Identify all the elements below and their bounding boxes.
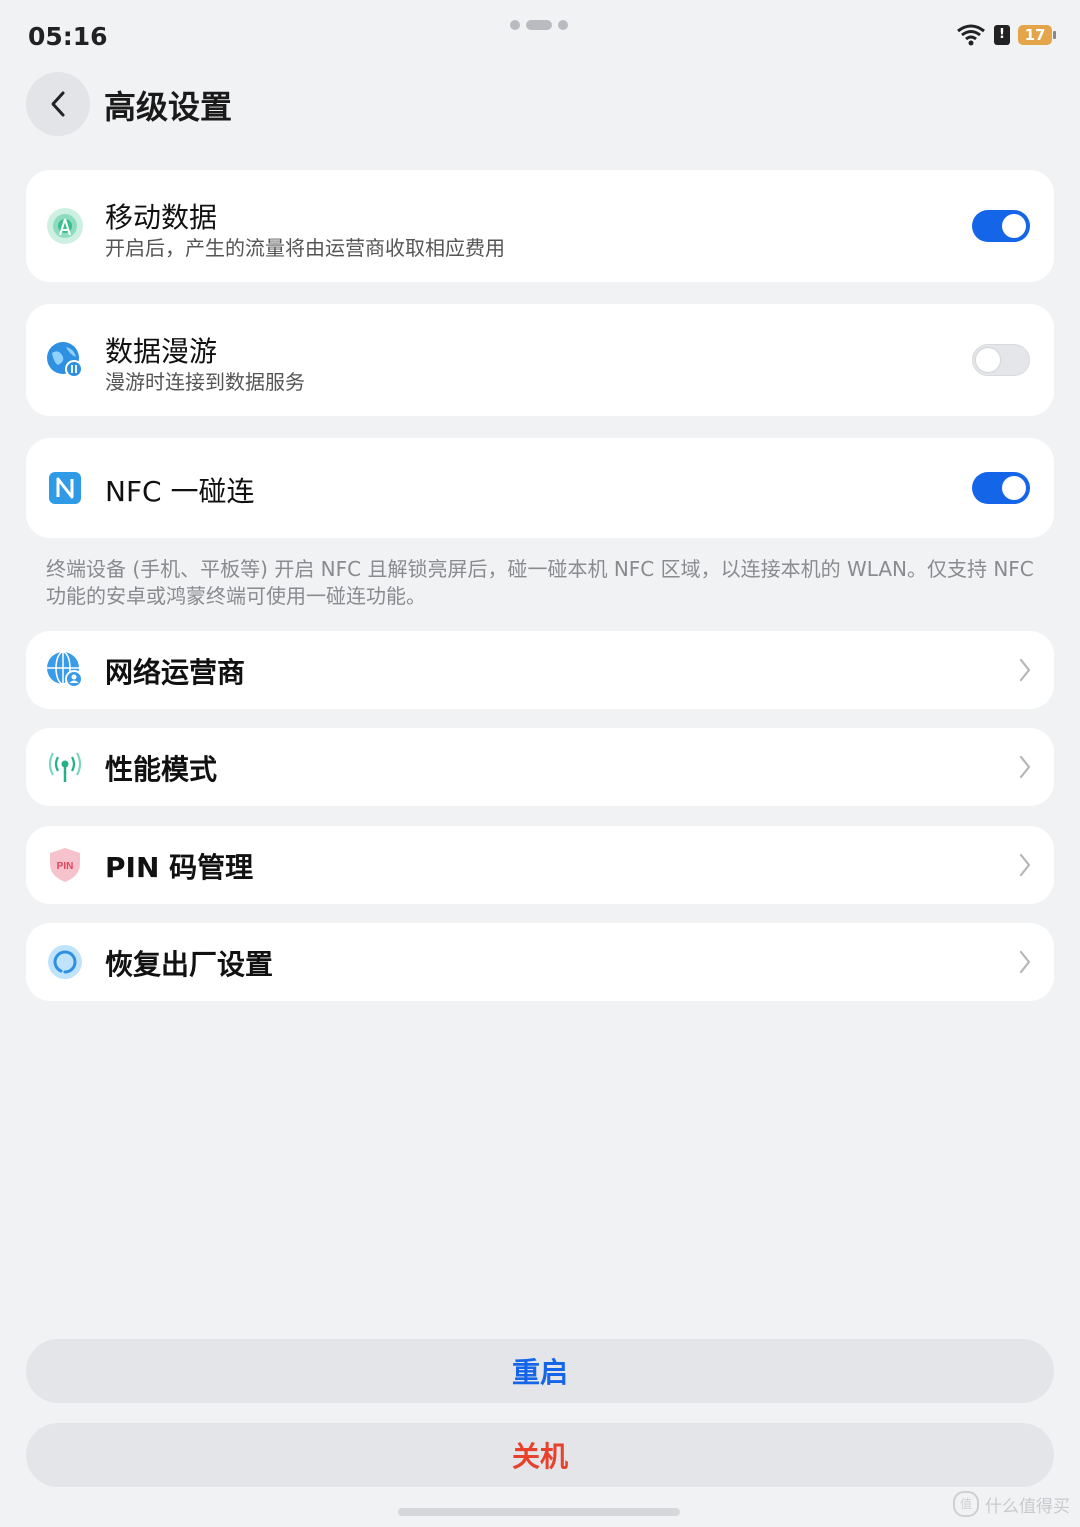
pin-shield-icon: PIN <box>46 846 84 884</box>
nfc-toggle[interactable] <box>972 472 1030 504</box>
menu-factory-reset[interactable]: 恢复出厂设置 <box>26 923 1054 1001</box>
watermark: 值 什么值得买 <box>953 1491 1070 1517</box>
data-roaming-toggle[interactable] <box>972 344 1030 376</box>
setting-title: 数据漫游 <box>105 335 218 368</box>
menu-network-operator[interactable]: 网络运营商 <box>26 631 1054 709</box>
setting-mobile-data[interactable]: 移动数据 开启后，产生的流量将由运营商收取相应费用 <box>26 170 1054 282</box>
mobile-data-toggle[interactable] <box>972 210 1030 242</box>
menu-pin-management[interactable]: PIN PIN 码管理 <box>26 826 1054 904</box>
menu-label: 恢复出厂设置 <box>105 948 274 981</box>
wifi-icon <box>957 24 985 46</box>
status-time: 05:16 <box>28 22 108 51</box>
nfc-icon <box>46 469 84 507</box>
restart-button[interactable]: 重启 <box>26 1339 1054 1403</box>
shutdown-button[interactable]: 关机 <box>26 1423 1054 1487</box>
menu-performance-mode[interactable]: 性能模式 <box>26 728 1054 806</box>
setting-subtitle: 开启后，产生的流量将由运营商收取相应费用 <box>105 236 505 260</box>
chevron-right-icon <box>1019 755 1031 779</box>
reset-circle-icon <box>46 943 84 981</box>
globe-roaming-icon <box>46 341 84 379</box>
page-title: 高级设置 <box>104 88 233 126</box>
sim-alert-icon: ! <box>994 25 1010 45</box>
pin-icon-text: PIN <box>57 861 74 872</box>
menu-label: 性能模式 <box>105 753 218 786</box>
menu-label: 网络运营商 <box>105 656 246 689</box>
globe-user-icon <box>46 651 84 689</box>
chevron-right-icon <box>1019 950 1031 974</box>
signal-tower-icon <box>46 207 84 245</box>
status-icons: ! 17 <box>956 24 1056 46</box>
chevron-right-icon <box>1019 853 1031 877</box>
back-button[interactable] <box>26 72 90 136</box>
watermark-text: 什么值得买 <box>985 1496 1070 1517</box>
setting-title: NFC 一碰连 <box>105 475 255 508</box>
chevron-right-icon <box>1019 658 1031 682</box>
setting-subtitle: 漫游时连接到数据服务 <box>105 370 305 394</box>
nfc-description: 终端设备 (手机、平板等) 开启 NFC 且解锁亮屏后，碰一碰本机 NFC 区域… <box>46 557 1034 608</box>
battery-icon: 17 <box>1018 25 1056 45</box>
chevron-left-icon <box>51 91 65 117</box>
menu-label: PIN 码管理 <box>105 851 254 884</box>
multi-window-indicator[interactable] <box>510 20 568 30</box>
watermark-logo-icon: 值 <box>953 1491 979 1517</box>
antenna-icon <box>46 748 84 786</box>
setting-title: 移动数据 <box>105 201 218 234</box>
setting-data-roaming[interactable]: 数据漫游 漫游时连接到数据服务 <box>26 304 1054 416</box>
home-indicator[interactable] <box>398 1508 680 1516</box>
setting-nfc[interactable]: NFC 一碰连 <box>26 438 1054 538</box>
